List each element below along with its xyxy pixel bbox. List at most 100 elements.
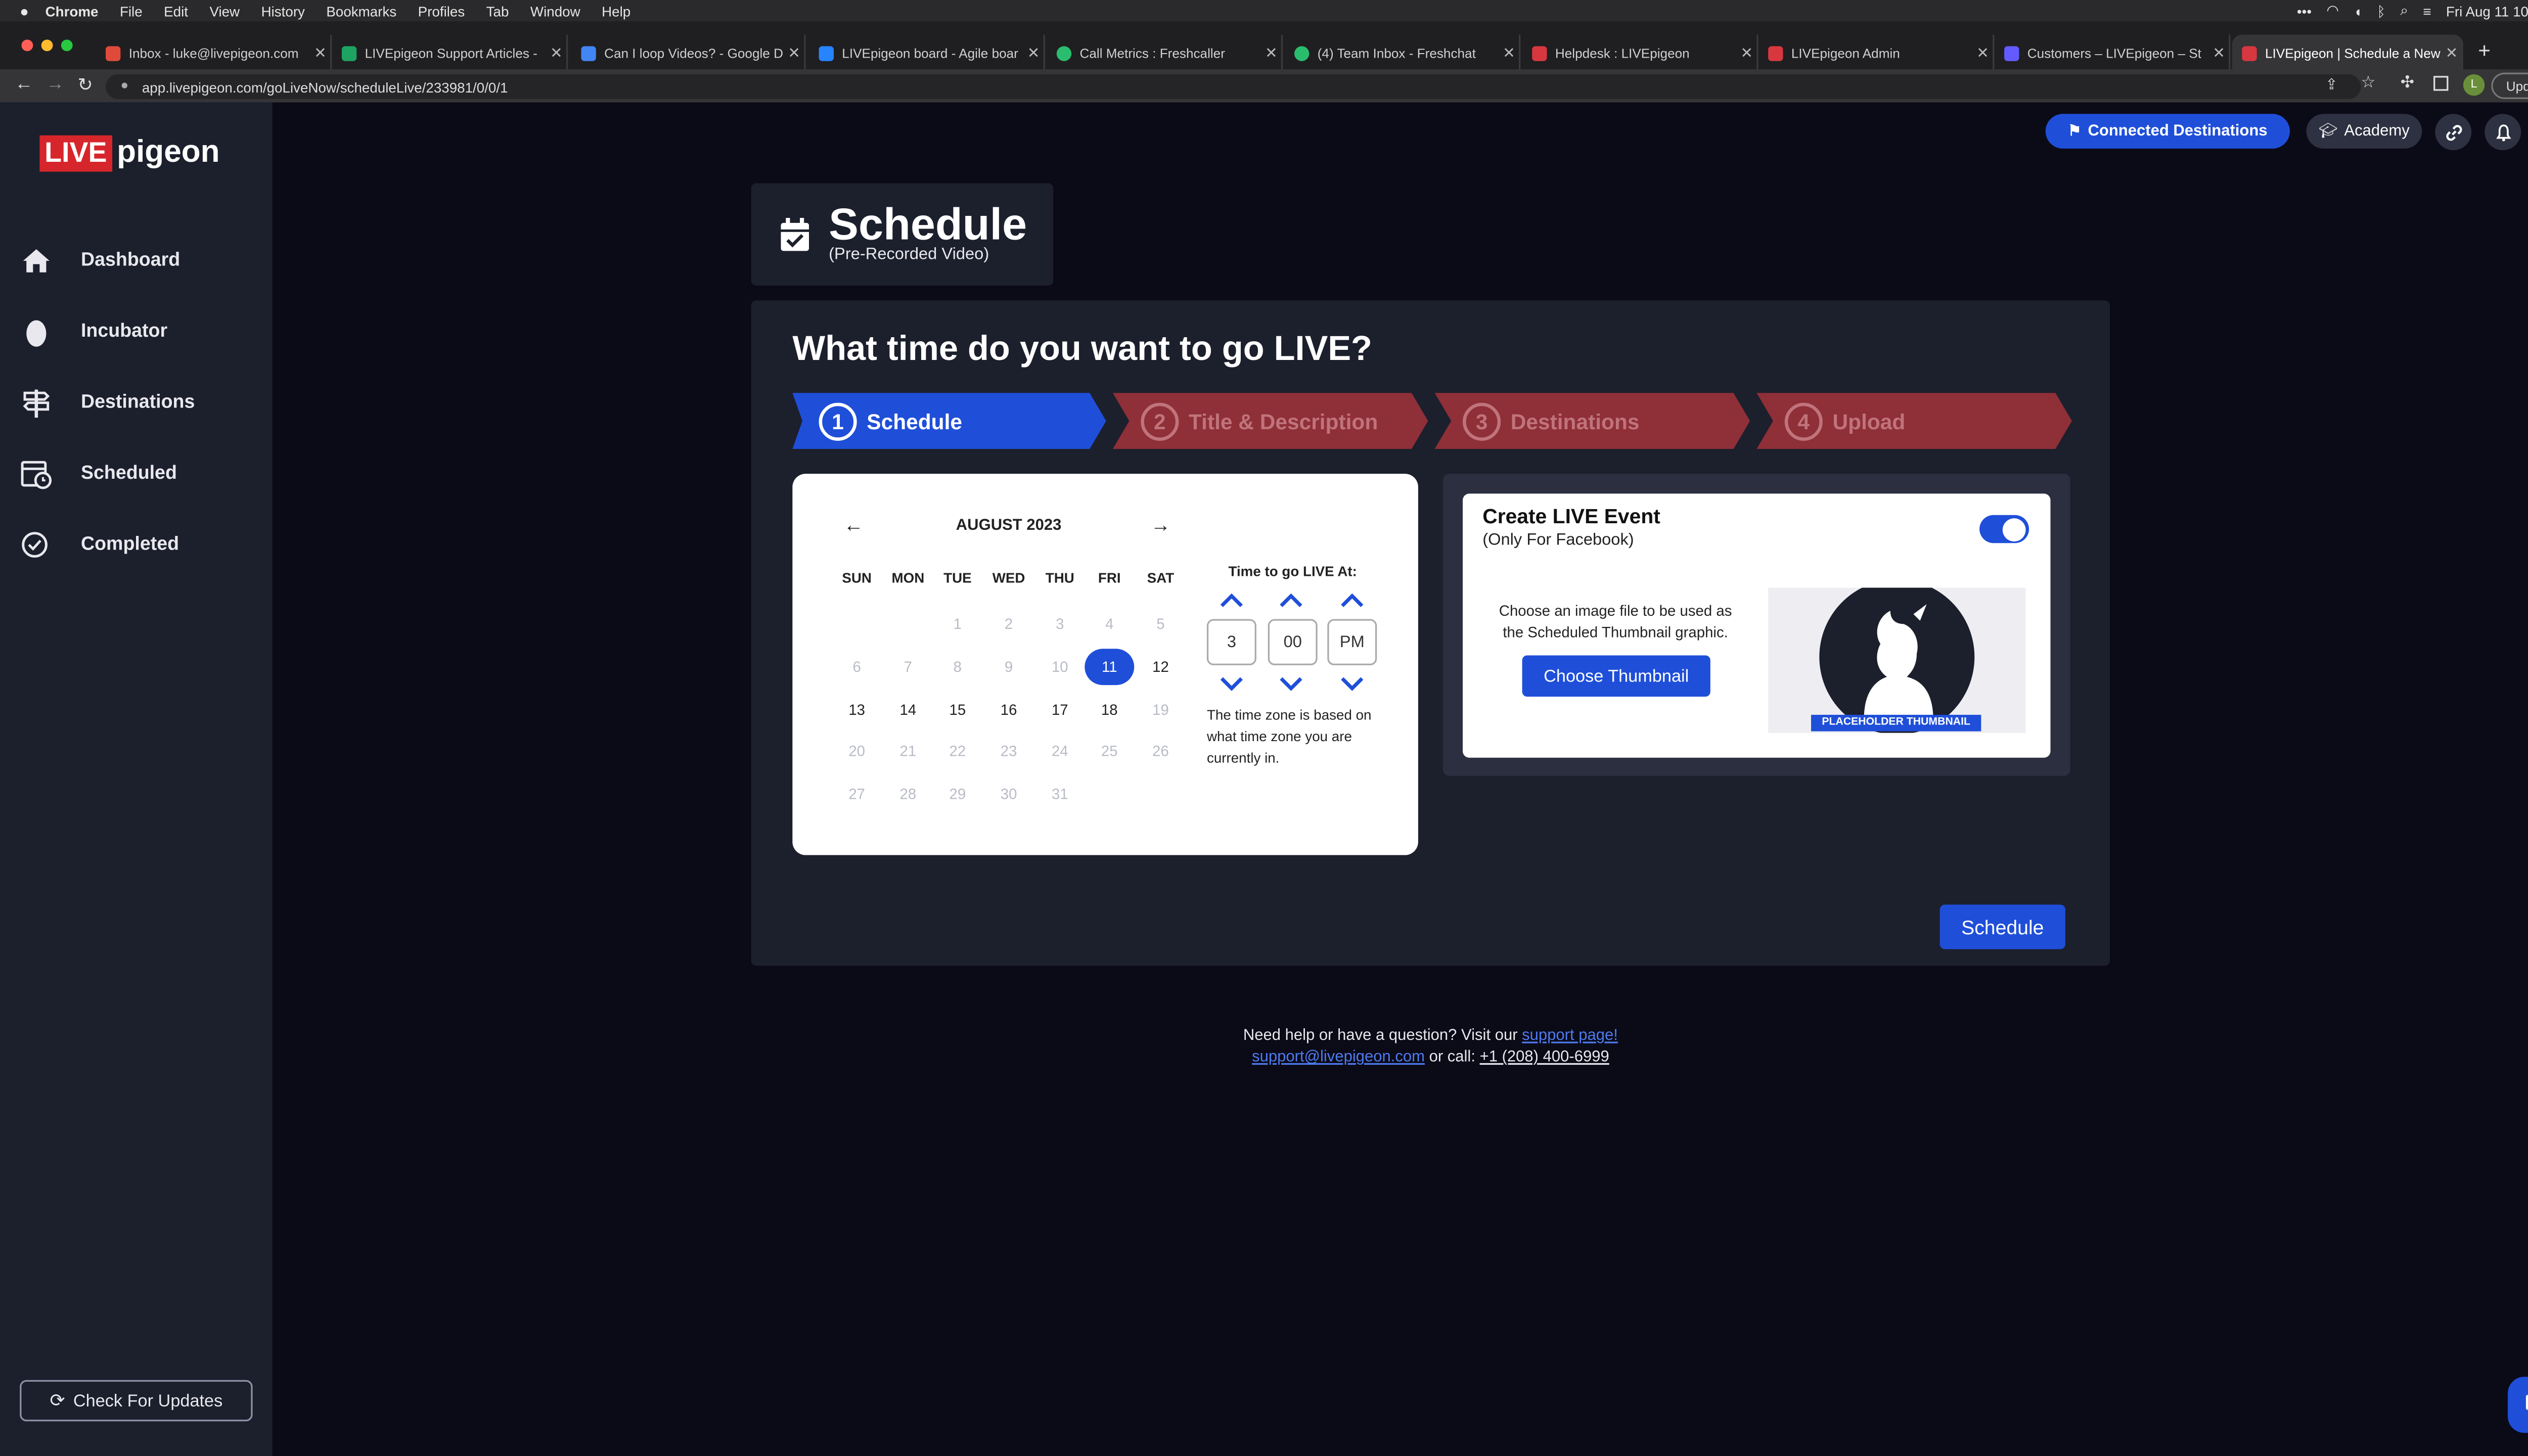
menu-help[interactable]: Help [602,3,630,19]
menu-bookmarks[interactable]: Bookmarks [326,3,396,19]
minute-down-icon[interactable] [1280,675,1303,692]
site-info-icon[interactable]: ● [120,77,128,92]
hour-input[interactable]: 3 [1206,619,1256,665]
wifi-icon[interactable]: ◠ [2326,2,2338,20]
url-text[interactable]: app.livepigeon.com/goLiveNow/scheduleLiv… [142,78,508,95]
link-button[interactable] [2435,114,2472,151]
sidepanel-icon[interactable] [2433,76,2449,91]
check-for-updates-button[interactable]: ⟳ Check For Updates [20,1380,253,1422]
choose-thumbnail-button[interactable]: Choose Thumbnail [1522,655,1710,697]
back-icon[interactable]: ← [15,74,33,94]
sidebar-item-completed[interactable]: Completed [20,528,179,561]
extensions-icon[interactable]: ✣ [2401,74,2414,93]
share-icon[interactable]: ⇪ [2325,76,2338,94]
academy-button[interactable]: 🎓︎ Academy [2306,114,2422,149]
ampm-up-icon[interactable] [1340,593,1364,609]
sidebar-item-dashboard[interactable]: Dashboard [20,244,180,277]
step-title-description[interactable]: 2 Title & Description [1141,393,1378,449]
tab-favicon [819,45,834,61]
browser-tab[interactable]: Inbox - luke@livepigeon.com ✕ [96,34,332,71]
calendar-day[interactable]: 17 [1035,692,1085,728]
tab-close-icon[interactable]: ✕ [310,44,330,62]
browser-tab[interactable]: (4) Team Inbox - Freshchat ✕ [1284,34,1521,71]
window-minimize-button[interactable] [41,39,53,52]
logo[interactable]: LIVE pigeon [39,135,220,172]
next-month-icon[interactable]: → [1151,514,1170,537]
tab-close-icon[interactable]: ✕ [1737,44,1756,62]
support-email-link[interactable]: support@livepigeon.com [1252,1048,1425,1066]
reload-icon[interactable]: ↻ [77,74,93,96]
menu-window[interactable]: Window [530,3,580,19]
weekday-header: TUE [943,569,972,586]
sidebar-item-incubator[interactable]: Incubator [20,315,167,348]
calendar-day[interactable]: 16 [984,692,1033,728]
calendar-day[interactable]: 13 [832,692,882,728]
address-bar[interactable]: ● app.livepigeon.com/goLiveNow/scheduleL… [105,74,2361,99]
prev-month-icon[interactable]: ← [844,514,864,537]
step-upload[interactable]: 4 Upload [1784,393,1905,449]
window-close-button[interactable] [21,39,33,52]
minute-up-icon[interactable] [1280,593,1303,609]
profile-avatar[interactable]: L [2463,74,2485,96]
menu-app-name[interactable]: Chrome [46,3,99,19]
browser-tab[interactable]: Customers – LIVEpigeon – St ✕ [1994,34,2231,71]
forward-icon[interactable]: → [46,74,64,94]
volume-icon[interactable]: ◖ [2354,3,2362,19]
chat-widget-button[interactable] [2508,1377,2528,1433]
browser-tab[interactable]: LIVEpigeon Support Articles - ✕ [332,34,568,71]
support-page-link[interactable]: support page! [1522,1027,1618,1045]
tab-close-icon[interactable]: ✕ [1023,44,1043,62]
weekday-header: SUN [842,569,872,586]
new-tab-icon[interactable]: + [2478,38,2491,63]
more-dots-icon[interactable]: ••• [2297,3,2312,19]
sidebar-item-destinations[interactable]: Destinations [20,386,195,419]
sidebar-item-scheduled[interactable]: Scheduled [20,457,177,490]
tab-close-icon[interactable]: ✕ [1973,44,1993,62]
hour-down-icon[interactable] [1220,675,1243,692]
browser-tab[interactable]: LIVEpigeon Admin ✕ [1758,34,1995,71]
window-zoom-button[interactable] [61,39,73,52]
browser-tab-active[interactable]: LIVEpigeon | Schedule a New ✕ [2232,34,2463,71]
calendar-day[interactable]: 18 [1085,692,1134,728]
calendar-day[interactable]: 14 [883,692,933,728]
ampm-input[interactable]: PM [1327,619,1377,665]
tab-close-icon[interactable]: ✕ [547,44,566,62]
menu-view[interactable]: View [209,3,240,19]
tab-close-icon[interactable]: ✕ [2209,44,2229,62]
tab-close-icon[interactable]: ✕ [1499,44,1519,62]
step-schedule[interactable]: 1 Schedule [819,393,962,449]
browser-tab[interactable]: Call Metrics : Freshcaller ✕ [1047,34,1283,71]
apple-icon[interactable]: ● [20,3,29,19]
placeholder-thumbnail[interactable]: PLACEHOLDER THUMBNAIL [1768,587,2026,733]
live-event-toggle[interactable] [1979,515,2029,543]
menu-tab[interactable]: Tab [486,3,509,19]
menu-history[interactable]: History [261,3,305,19]
calendar-day-selected[interactable]: 11 [1085,649,1135,686]
notifications-button[interactable] [2485,114,2521,151]
timezone-note: The time zone is based on what time zone… [1206,706,1372,765]
search-icon[interactable]: ⌕ [2400,2,2408,20]
support-phone-link[interactable]: +1 (208) 400-6999 [1480,1048,1609,1066]
menu-profiles[interactable]: Profiles [418,3,465,19]
menu-file[interactable]: File [120,3,143,19]
calendar-day[interactable]: 15 [933,692,982,728]
minute-input[interactable]: 00 [1268,619,1318,665]
bookmark-star-icon[interactable]: ☆ [2361,74,2375,93]
hour-up-icon[interactable] [1220,593,1243,609]
control-center-icon[interactable]: ≡ [2423,3,2431,19]
calendar-day[interactable]: 12 [1136,649,1186,685]
schedule-button[interactable]: Schedule [1939,904,2065,949]
tab-close-icon[interactable]: ✕ [1261,44,1281,62]
browser-tab[interactable]: Helpdesk : LIVEpigeon ✕ [1522,34,1758,71]
browser-tab[interactable]: Can I loop Videos? - Google D ✕ [571,34,806,71]
browser-tab[interactable]: LIVEpigeon board - Agile boar ✕ [809,34,1045,71]
tab-close-icon[interactable]: ✕ [784,44,804,62]
step-destinations[interactable]: 3 Destinations [1463,393,1639,449]
tab-close-icon[interactable]: ✕ [2442,44,2461,62]
connected-destinations-button[interactable]: ⚑ Connected Destinations [2045,114,2290,149]
ampm-down-icon[interactable] [1340,675,1364,692]
update-button[interactable]: Update⋮ [2491,72,2528,99]
clock[interactable]: Fri Aug 11 10:55 AM [2446,3,2528,19]
bluetooth-icon[interactable]: ᛒ [2377,3,2385,19]
menu-edit[interactable]: Edit [164,3,188,19]
